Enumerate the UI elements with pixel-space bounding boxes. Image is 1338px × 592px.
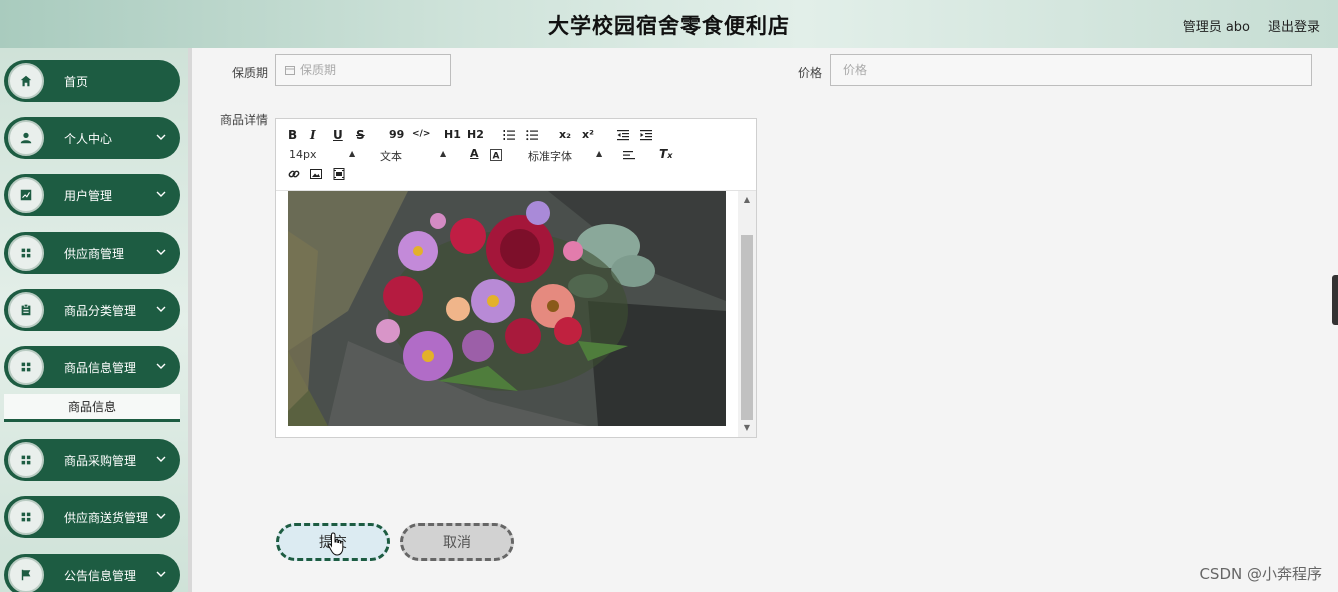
sidebar-item-label: 首页 [64, 75, 89, 89]
right-edge-handle[interactable] [1332, 275, 1338, 325]
header: 大学校园宿舍零食便利店 管理员 abo 退出登录 [0, 0, 1338, 48]
svg-text:A: A [493, 152, 500, 162]
hand-cursor-icon [327, 532, 344, 556]
blockquote-button[interactable]: 99 [389, 128, 404, 141]
font-size-select[interactable]: 14px ▲ [289, 148, 359, 161]
sidebar-item-label: 个人中心 [64, 132, 113, 146]
page-title: 大学校园宿舍零食便利店 [548, 14, 790, 38]
ordered-list-icon[interactable] [503, 129, 515, 141]
sidebar-item-label: 商品分类管理 [64, 304, 137, 318]
clear-format-button[interactable]: Tx [659, 147, 672, 161]
grid-icon [8, 499, 44, 535]
sidebar-item-label: 用户管理 [64, 189, 113, 203]
editor-scrollbar[interactable]: ▲ ▼ [738, 191, 756, 437]
select-caret-icon: ▲ [440, 149, 447, 158]
cancel-button[interactable]: 取消 [400, 523, 514, 561]
sidebar-item-label: 商品信息管理 [64, 361, 137, 375]
heading1-button[interactable]: H1 [444, 128, 461, 141]
scroll-up-icon[interactable]: ▲ [742, 195, 752, 205]
price-label: 价格 [798, 66, 823, 80]
rich-text-editor: B I U S 99 </> H1 H2 x₂ x² 14px ▲ 文本 ▲ A… [275, 118, 757, 438]
superscript-button[interactable]: x² [582, 128, 594, 141]
editor-toolbar: B I U S 99 </> H1 H2 x₂ x² 14px ▲ 文本 ▲ A… [276, 119, 756, 191]
chevron-down-icon [156, 513, 166, 519]
sidebar-item-products[interactable]: 商品信息管理 [4, 346, 180, 388]
sidebar-item-suppliers[interactable]: 供应商管理 [4, 232, 180, 274]
link-icon[interactable] [288, 168, 300, 180]
grid-icon [8, 349, 44, 385]
font-family-value: 标准字体 [528, 150, 572, 163]
chevron-down-icon [156, 571, 166, 577]
sidebar-item-categories[interactable]: 商品分类管理 [4, 289, 180, 331]
flower-bouquet-image [288, 191, 726, 426]
chevron-down-icon [156, 456, 166, 462]
background-color-icon[interactable]: A [490, 149, 502, 161]
code-button[interactable]: </> [412, 129, 430, 139]
chart-icon [8, 177, 44, 213]
sidebar-item-label: 商品采购管理 [64, 454, 137, 468]
strikethrough-button[interactable]: S [356, 128, 365, 142]
select-caret-icon: ▲ [596, 149, 603, 158]
chevron-down-icon [156, 306, 166, 312]
editor-content[interactable]: ▲ ▼ [276, 191, 756, 437]
sidebar-subitem-product-info[interactable]: 商品信息 [4, 394, 180, 422]
grid-icon [8, 442, 44, 478]
sidebar-item-label: 公告信息管理 [64, 569, 137, 583]
align-icon[interactable] [623, 149, 635, 161]
sidebar: 首页 个人中心 用户管理 供应商管理 商品分类管理 商品信息管理 商品信息 商品… [0, 48, 192, 592]
font-color-button[interactable]: A [470, 147, 479, 160]
sidebar-item-home[interactable]: 首页 [4, 60, 180, 102]
indent-icon[interactable] [640, 129, 652, 141]
select-caret-icon: ▲ [349, 149, 356, 158]
bullet-list-icon[interactable] [526, 129, 538, 141]
chevron-down-icon [156, 249, 166, 255]
calendar-icon [285, 66, 295, 75]
sidebar-item-label: 供应商送货管理 [64, 511, 149, 525]
font-family-select[interactable]: 标准字体 ▲ [528, 148, 604, 164]
subscript-button[interactable]: x₂ [559, 128, 571, 141]
sidebar-item-users[interactable]: 用户管理 [4, 174, 180, 216]
chevron-down-icon [156, 134, 166, 140]
current-user: 管理员 abo [1182, 20, 1250, 35]
heading2-button[interactable]: H2 [467, 128, 484, 141]
video-icon[interactable] [333, 168, 345, 180]
sidebar-item-label: 供应商管理 [64, 247, 125, 261]
chevron-down-icon [156, 191, 166, 197]
sidebar-item-purchases[interactable]: 商品采购管理 [4, 439, 180, 481]
main-content: 保质期 价格 商品详情 B I U S 99 </> H1 H2 x₂ x² 1… [192, 48, 1338, 592]
text-type-select[interactable]: 文本 ▲ [380, 148, 450, 164]
user-icon [8, 120, 44, 156]
scroll-down-icon[interactable]: ▼ [742, 423, 752, 433]
sidebar-item-deliveries[interactable]: 供应商送货管理 [4, 496, 180, 538]
underline-button[interactable]: U [333, 128, 343, 142]
font-size-value: 14px [289, 148, 317, 161]
text-type-value: 文本 [380, 150, 402, 163]
sidebar-item-profile[interactable]: 个人中心 [4, 117, 180, 159]
chevron-down-icon [156, 363, 166, 369]
clipboard-icon [8, 292, 44, 328]
bold-button[interactable]: B [288, 128, 297, 142]
shelf-life-input[interactable] [275, 54, 451, 86]
price-input[interactable] [830, 54, 1312, 86]
flag-icon [8, 557, 44, 592]
watermark: CSDN @小奔程序 [1199, 565, 1322, 583]
sidebar-item-notices[interactable]: 公告信息管理 [4, 554, 180, 592]
logout-link[interactable]: 退出登录 [1268, 16, 1320, 35]
grid-icon [8, 235, 44, 271]
shelf-life-label: 保质期 [232, 66, 269, 80]
image-icon[interactable] [310, 168, 322, 180]
home-icon [8, 63, 44, 99]
scrollbar-thumb[interactable] [741, 235, 753, 420]
italic-button[interactable]: I [310, 128, 316, 142]
outdent-icon[interactable] [617, 129, 629, 141]
product-detail-label: 商品详情 [220, 113, 269, 127]
